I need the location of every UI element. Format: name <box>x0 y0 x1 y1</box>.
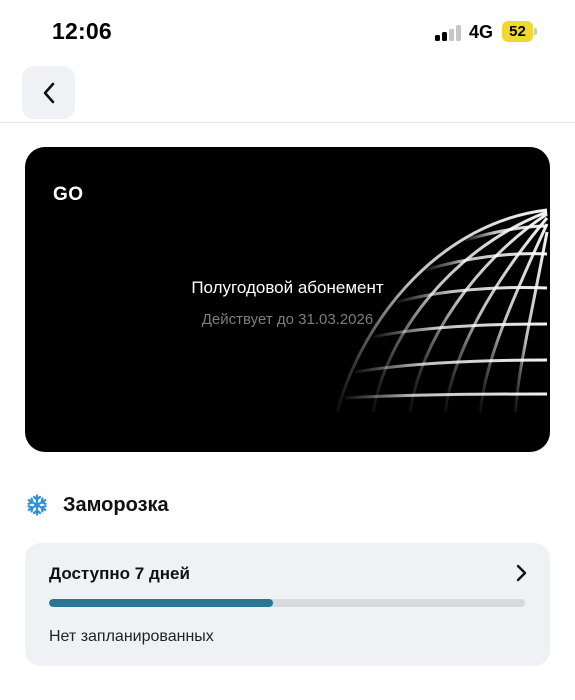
freeze-progress-fill <box>49 599 273 607</box>
back-button[interactable] <box>22 66 75 119</box>
battery-icon: 52 <box>502 21 537 42</box>
network-type: 4G <box>469 22 494 42</box>
signal-bar <box>435 35 440 41</box>
freeze-available-label: Доступно 7 дней <box>49 564 190 583</box>
signal-bar <box>456 25 461 41</box>
chevron-left-icon <box>43 82 54 103</box>
status-time: 12:06 <box>52 18 112 44</box>
status-bar: 12:06 4G 52 <box>0 0 575 64</box>
card-logo: GO <box>53 184 84 205</box>
freeze-progress-bar <box>49 599 525 607</box>
globe-graphic <box>335 208 549 413</box>
signal-bar <box>449 29 454 41</box>
card-title: Полугодовой абонемент <box>191 278 384 297</box>
freeze-header: Заморозка <box>25 490 169 520</box>
freeze-title: Заморозка <box>63 493 169 516</box>
signal-bar <box>442 32 447 41</box>
battery-cap <box>534 28 537 35</box>
chevron-right-icon[interactable] <box>514 563 528 583</box>
battery-level: 52 <box>509 23 526 40</box>
card-subtitle: Действует до 31.03.2026 <box>201 311 374 328</box>
freeze-status: Нет запланированных <box>49 628 214 645</box>
snowflake-icon <box>25 493 49 517</box>
membership-card[interactable]: GO Полугодовой абонемент Действует до 31… <box>25 147 550 452</box>
freeze-panel[interactable]: Доступно 7 дней Нет запланированных <box>25 543 550 666</box>
signal-icon <box>435 24 463 41</box>
header-divider <box>0 122 575 123</box>
